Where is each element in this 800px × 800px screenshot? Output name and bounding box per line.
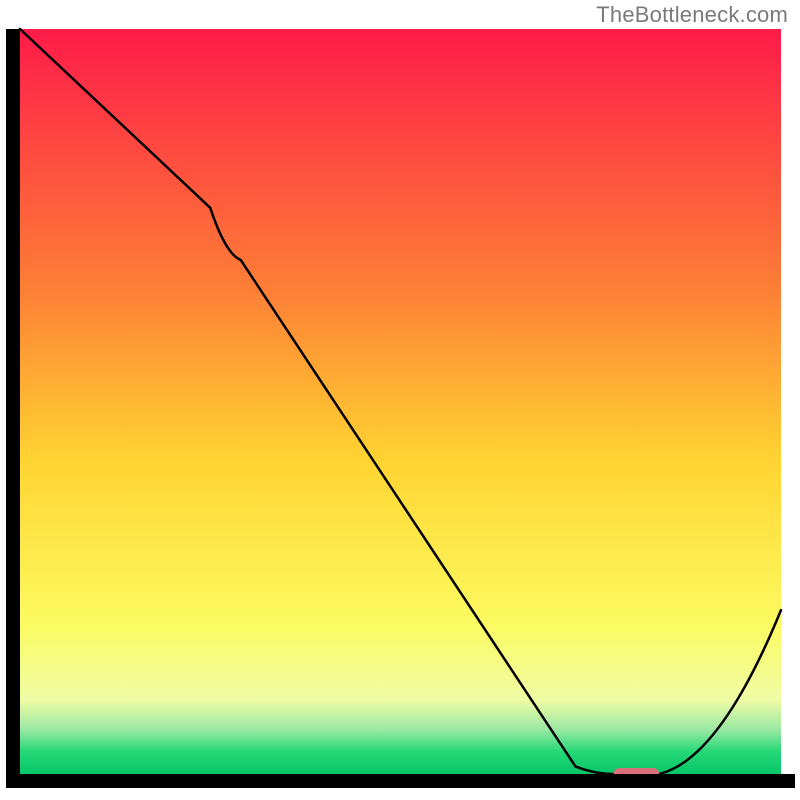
plot-background <box>20 29 781 774</box>
bottleneck-chart <box>0 0 800 800</box>
chart-container: { "attribution": "TheBottleneck.com", "c… <box>0 0 800 800</box>
